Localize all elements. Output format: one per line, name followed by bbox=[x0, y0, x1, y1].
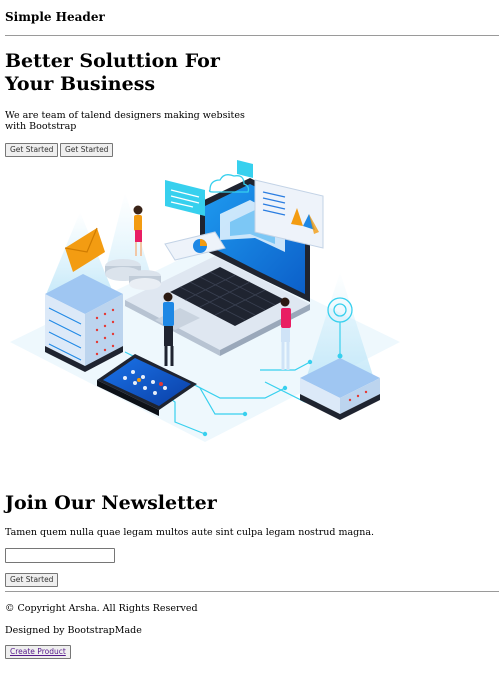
hero-subtitle: We are team of talend designers making w… bbox=[5, 110, 245, 132]
newsletter-get-started-button[interactable]: Get Started bbox=[5, 573, 59, 587]
create-product-button[interactable]: Create Product bbox=[5, 645, 71, 659]
newsletter-title: Join Our Newsletter bbox=[5, 492, 217, 514]
newsletter-email-input[interactable] bbox=[5, 548, 115, 563]
header-divider bbox=[5, 35, 499, 36]
footer-divider bbox=[5, 591, 499, 592]
footer-designed-by: Designed by BootstrapMade bbox=[5, 625, 142, 636]
hero-illustration bbox=[5, 152, 400, 444]
footer-copyright: © Copyright Arsha. All Rights Reserved bbox=[5, 603, 198, 614]
site-header-title: Simple Header bbox=[5, 10, 105, 24]
hero-title: Better Soluttion For Your Business bbox=[5, 50, 220, 95]
newsletter-subtitle: Tamen quem nulla quae legam multos aute … bbox=[5, 527, 375, 538]
